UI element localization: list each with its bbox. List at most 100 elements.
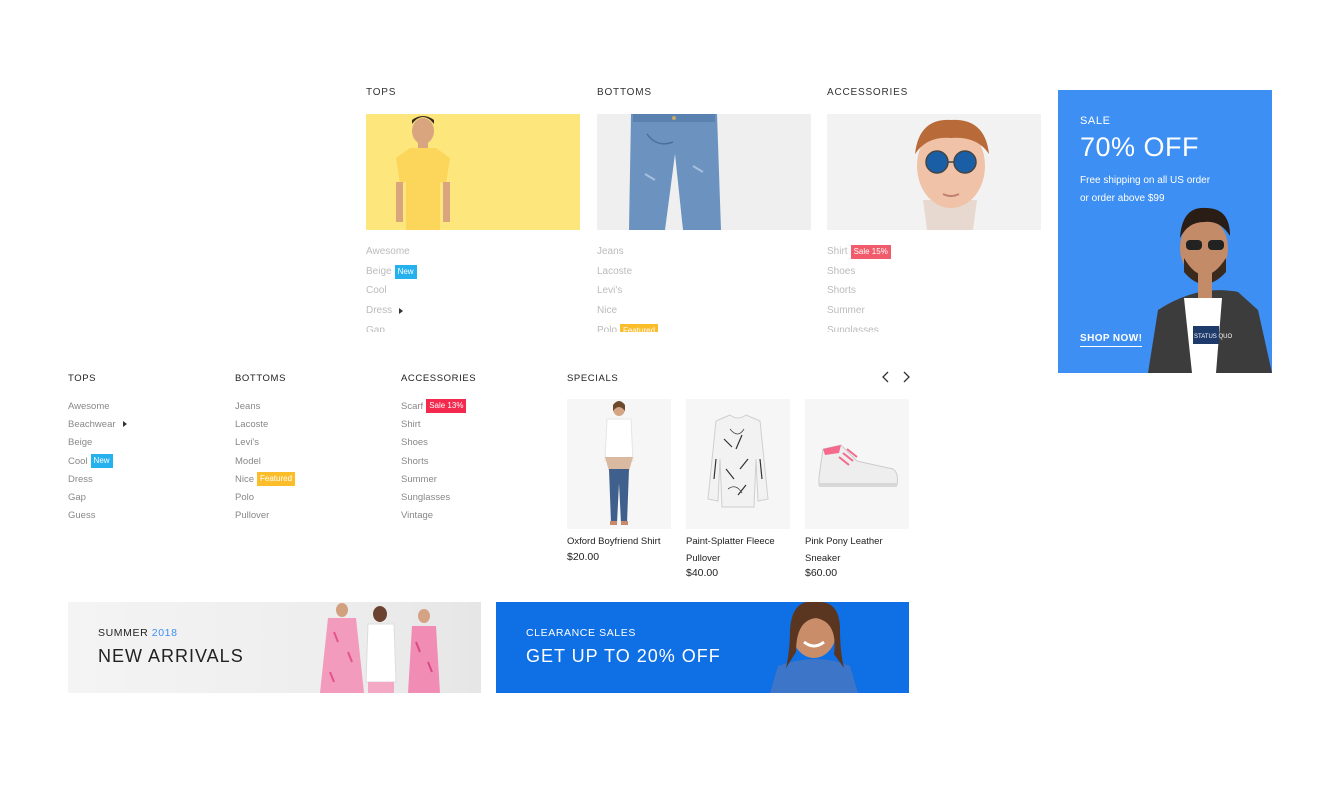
list-item[interactable]: Dress [366, 301, 417, 321]
bottoms-link-list: Jeans Lacoste Levi's Model Nice Featured … [235, 397, 385, 525]
sale-promo-panel[interactable]: SALE 70% OFF Free shipping on all US ord… [1058, 90, 1272, 373]
top-menu-column-bottoms: BOTTOMS Jeans Lacoste Levi's Nice Polo Fe… [597, 87, 811, 332]
banner-title: GET UP TO 20% OFF [526, 646, 721, 666]
product-card[interactable]: Paint-Splatter Fleece Pullover $40.00 [686, 399, 792, 579]
accessories-category-image[interactable] [827, 114, 1041, 230]
sale-badge: Sale 13% [426, 399, 467, 414]
list-item[interactable]: Beige [68, 434, 218, 452]
sale-headline: 70% OFF [1080, 132, 1200, 162]
list-item[interactable]: Beige New [366, 262, 417, 282]
sale-label: SALE [1080, 115, 1111, 127]
menu-column-accessories: ACCESSORIES Scarf Sale 13% Shirt Shoes Sh… [401, 373, 551, 525]
list-item[interactable]: Awesome [366, 242, 417, 262]
product-card[interactable]: Oxford Boyfriend Shirt $20.00 [567, 399, 673, 563]
accessories-link-list: Shirt Sale 15% Shoes Shorts Summer Sungla… [827, 242, 891, 332]
list-item[interactable]: Awesome [68, 397, 218, 415]
product-name[interactable]: Paint-Splatter Fleece Pullover [686, 534, 792, 567]
list-item[interactable]: Sunglasses [401, 488, 551, 506]
woman-shirt-jeans-illustration [604, 401, 634, 525]
list-item[interactable]: Lacoste [235, 415, 385, 433]
product-image[interactable] [805, 399, 909, 529]
product-name[interactable]: Pink Pony Leather Sneaker [805, 534, 911, 567]
list-item[interactable]: Cool [366, 281, 417, 301]
product-price: $60.00 [805, 567, 838, 579]
list-item[interactable]: Shorts [827, 281, 891, 301]
list-item[interactable]: Shoes [827, 262, 891, 282]
sale-badge: Sale 15% [850, 244, 891, 259]
three-models-illustration [320, 603, 440, 693]
smiling-woman-illustration [770, 602, 858, 693]
pink-sneaker-illustration [818, 444, 898, 487]
list-item[interactable]: Gap [68, 488, 218, 506]
tops-link-list: Awesome Beige New Cool Dress Gap [366, 242, 417, 332]
list-item[interactable]: Shorts [401, 452, 551, 470]
list-item[interactable]: Gap [366, 321, 417, 332]
product-price: $20.00 [567, 550, 600, 563]
splatter-pullover-illustration [707, 414, 769, 508]
product-card[interactable]: Pink Pony Leather Sneaker $60.00 [805, 399, 911, 579]
column-title: BOTTOMS [597, 87, 652, 98]
list-item[interactable]: Sunglasses [827, 321, 891, 332]
column-title: ACCESSORIES [401, 373, 477, 384]
featured-badge: Featured [257, 472, 296, 487]
banner-subtitle: SUMMER 2018 [98, 627, 178, 639]
clearance-sales-banner[interactable]: CLEARANCE SALES GET UP TO 20% OFF [496, 602, 909, 693]
list-item[interactable]: Shirt Sale 15% [827, 242, 891, 262]
jeans-illustration [629, 114, 721, 230]
list-item[interactable]: Summer [401, 470, 551, 488]
list-item[interactable]: Nice [597, 301, 658, 321]
list-item[interactable]: Guess [68, 507, 218, 525]
bottoms-link-list: Jeans Lacoste Levi's Nice Polo Featured [597, 242, 659, 332]
column-title: TOPS [366, 87, 397, 98]
column-title: BOTTOMS [235, 373, 286, 384]
list-item[interactable]: Shirt [401, 415, 551, 433]
list-item[interactable]: Nice Featured [235, 470, 385, 488]
list-item[interactable]: Dress [68, 470, 218, 488]
new-badge: New [90, 454, 113, 469]
section-title: SPECIALS [567, 373, 619, 384]
list-item[interactable]: Summer [827, 301, 891, 321]
list-item[interactable]: Levi's [235, 434, 385, 452]
list-item[interactable]: Cool New [68, 452, 218, 470]
list-item[interactable]: Beachwear [68, 415, 218, 433]
bottoms-category-image[interactable] [597, 114, 811, 230]
new-badge: New [394, 264, 417, 279]
list-item[interactable]: Jeans [235, 397, 385, 415]
list-item[interactable]: Polo Featured [597, 321, 659, 332]
list-item[interactable]: Levi's [597, 281, 658, 301]
list-item[interactable]: Model [235, 452, 385, 470]
caret-right-icon [399, 307, 404, 314]
product-price: $40.00 [686, 567, 719, 579]
product-image[interactable] [567, 399, 671, 529]
column-title: ACCESSORIES [827, 87, 909, 98]
list-item[interactable]: Scarf Sale 13% [401, 397, 551, 415]
list-item[interactable]: Lacoste [597, 262, 658, 282]
product-image[interactable] [686, 399, 790, 529]
top-menu-column-accessories: ACCESSORIES Shirt Sale 15% Shoes Shorts S… [827, 87, 1041, 332]
list-item[interactable]: Jeans [597, 242, 658, 262]
chevron-left-icon[interactable] [879, 370, 893, 384]
menu-column-tops: TOPS Awesome Beachwear Beige Cool New Dre… [68, 373, 218, 525]
shop-now-link[interactable]: SHOP NOW! [1080, 333, 1143, 347]
list-item[interactable]: Polo [235, 488, 385, 506]
list-item[interactable]: Vintage [401, 507, 551, 525]
caret-right-icon [122, 421, 127, 428]
summer-new-arrivals-banner[interactable]: SUMMER 2018 NEW ARRIVALS [68, 602, 481, 693]
tops-link-list: Awesome Beachwear Beige Cool New Dress Ga… [68, 397, 218, 525]
tee-print-text: STATUS QUO [1194, 334, 1232, 340]
model-yellow-tshirt-illustration [396, 116, 450, 230]
accessories-link-list: Scarf Sale 13% Shirt Shoes Shorts Summer … [401, 397, 551, 525]
specials-section: SPECIALS Oxford Boyfriend Shirt $20.00 P… [567, 370, 913, 579]
man-sunglasses-illustration: STATUS QUO [1148, 207, 1272, 373]
featured-badge: Featured [620, 323, 659, 332]
sunglasses-model-illustration [915, 119, 989, 230]
column-title: TOPS [68, 373, 97, 384]
list-item[interactable]: Pullover [235, 507, 385, 525]
banner-subtitle: CLEARANCE SALES [526, 627, 636, 639]
chevron-right-icon[interactable] [899, 370, 913, 384]
top-menu-column-tops: TOPS Awesome Beige New Cool Dress Gap [366, 87, 580, 332]
menu-column-bottoms: BOTTOMS Jeans Lacoste Levi's Model Nice F… [235, 373, 385, 525]
product-name[interactable]: Oxford Boyfriend Shirt [567, 534, 673, 551]
list-item[interactable]: Shoes [401, 434, 551, 452]
tops-category-image[interactable] [366, 114, 580, 230]
